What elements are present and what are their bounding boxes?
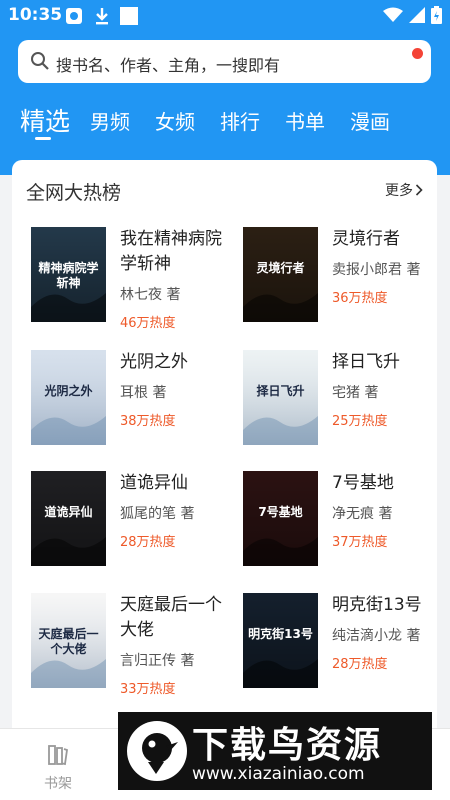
watermark-title: 下载鸟资源 bbox=[192, 725, 383, 766]
nav-bookshelf-label: 书架 bbox=[44, 776, 72, 792]
section-title: 全网大热榜 bbox=[26, 182, 122, 204]
book-item[interactable]: 7号基地 7号基地 净无痕 著 37万热度 bbox=[243, 471, 437, 571]
book-cover[interactable]: 择日飞升 bbox=[243, 350, 318, 445]
book-author: 林七夜 著 bbox=[120, 287, 181, 303]
chevron-right-icon bbox=[415, 184, 423, 196]
cover-title: 择日飞升 bbox=[256, 384, 305, 398]
tab-female[interactable]: 女频 bbox=[155, 106, 195, 135]
book-cover[interactable]: 灵境行者 bbox=[243, 227, 318, 322]
tab-featured[interactable]: 精选 bbox=[20, 102, 70, 138]
book-title[interactable]: 7号基地 bbox=[332, 471, 437, 496]
book-cover[interactable]: 道诡异仙 bbox=[31, 471, 106, 566]
status-bar: 10:35 bbox=[0, 0, 450, 32]
book-heat: 28万热度 bbox=[120, 535, 176, 550]
book-info: 灵境行者卖报小郎君 著 36万热度 bbox=[332, 227, 437, 306]
download-icon bbox=[96, 8, 108, 25]
book-cover[interactable]: 7号基地 bbox=[243, 471, 318, 566]
book-cover[interactable]: 光阴之外 bbox=[31, 350, 106, 445]
book-author: 言归正传 著 bbox=[120, 653, 195, 669]
cover-title: 7号基地 bbox=[258, 505, 303, 519]
book-heat: 46万热度 bbox=[120, 316, 176, 331]
cover-title: 明克街13号 bbox=[248, 627, 313, 641]
book-item[interactable]: 道诡异仙 道诡异仙 狐尾的笔 著 28万热度 bbox=[31, 471, 231, 571]
book-author: 纯洁滴小龙 著 bbox=[332, 628, 421, 644]
book-title[interactable]: 道诡异仙 bbox=[120, 471, 238, 496]
battery-icon bbox=[431, 6, 442, 24]
tab-male[interactable]: 男频 bbox=[90, 106, 130, 135]
book-title[interactable]: 我在精神病院学斩神 bbox=[120, 227, 238, 277]
search-icon bbox=[31, 52, 49, 70]
book-item[interactable]: 明克街13号 明克街13号 纯洁滴小龙 著 28万热度 bbox=[243, 593, 437, 693]
watermark-url: www.xiazainiao.com bbox=[192, 764, 365, 784]
book-cover[interactable]: 明克街13号 bbox=[243, 593, 318, 688]
book-author: 耳根 著 bbox=[120, 385, 167, 401]
nav-bookshelf[interactable]: 书架 bbox=[38, 743, 78, 793]
watermark-banner: 下载鸟资源 www.xiazainiao.com bbox=[118, 712, 432, 790]
book-item[interactable]: 灵境行者 灵境行者 卖报小郎君 著 36万热度 bbox=[243, 227, 437, 327]
more-label: 更多 bbox=[385, 183, 413, 199]
search-bar[interactable]: 搜书名、作者、主角，一搜即有 bbox=[18, 40, 431, 83]
tab-comics[interactable]: 漫画 bbox=[350, 106, 390, 135]
book-author: 宅猪 著 bbox=[332, 385, 379, 401]
tab-booklist[interactable]: 书单 bbox=[285, 106, 325, 135]
book-heat: 25万热度 bbox=[332, 414, 388, 429]
blank-notification-icon bbox=[120, 7, 138, 25]
notification-badge bbox=[412, 48, 423, 59]
tab-ranking[interactable]: 排行 bbox=[220, 106, 260, 135]
bookshelf-icon bbox=[48, 745, 68, 766]
wifi-icon bbox=[383, 7, 403, 22]
cover-title: 天庭最后一个大佬 bbox=[38, 627, 99, 656]
search-placeholder: 搜书名、作者、主角，一搜即有 bbox=[56, 56, 281, 75]
book-info: 道诡异仙狐尾的笔 著 28万热度 bbox=[120, 471, 238, 550]
hot-list-card: 全网大热榜 更多 精神病院学斩神 我在精神病院学斩神 林七夜 著 46万热度 灵境行者灵… bbox=[12, 160, 437, 800]
more-link[interactable]: 更多 bbox=[385, 180, 423, 200]
book-title[interactable]: 明克街13号 bbox=[332, 593, 437, 618]
book-title[interactable]: 光阴之外 bbox=[120, 350, 238, 375]
book-info: 7号基地净无痕 著 37万热度 bbox=[332, 471, 437, 550]
book-item[interactable]: 天庭最后一个大佬 天庭最后一个大佬 言归正传 著 33万热度 bbox=[31, 593, 231, 697]
book-heat: 38万热度 bbox=[120, 414, 176, 429]
cover-title: 道诡异仙 bbox=[44, 505, 93, 519]
category-tabs: 精选 男频 女频 排行 书单 漫画 bbox=[0, 100, 450, 140]
book-info: 择日飞升宅猪 著 25万热度 bbox=[332, 350, 437, 429]
active-tab-indicator bbox=[35, 137, 51, 140]
book-author: 净无痕 著 bbox=[332, 506, 393, 522]
book-heat: 28万热度 bbox=[332, 657, 388, 672]
status-time: 10:35 bbox=[8, 5, 63, 25]
book-info: 光阴之外耳根 著 38万热度 bbox=[120, 350, 238, 429]
book-info: 明克街13号纯洁滴小龙 著 28万热度 bbox=[332, 593, 437, 672]
book-heat: 37万热度 bbox=[332, 535, 388, 550]
book-cover[interactable]: 天庭最后一个大佬 bbox=[31, 593, 106, 688]
app-notification-icon bbox=[66, 8, 82, 24]
book-info: 我在精神病院学斩神林七夜 著 46万热度 bbox=[120, 227, 238, 331]
book-item[interactable]: 择日飞升 择日飞升 宅猪 著 25万热度 bbox=[243, 350, 437, 450]
book-author: 狐尾的笔 著 bbox=[120, 506, 195, 522]
signal-icon bbox=[409, 7, 425, 23]
book-title[interactable]: 天庭最后一个大佬 bbox=[120, 593, 238, 643]
cover-title: 灵境行者 bbox=[256, 261, 305, 275]
book-heat: 33万热度 bbox=[120, 682, 176, 697]
book-cover[interactable]: 精神病院学斩神 bbox=[31, 227, 106, 322]
cover-title: 精神病院学斩神 bbox=[38, 261, 99, 290]
book-info: 天庭最后一个大佬言归正传 著 33万热度 bbox=[120, 593, 238, 697]
book-heat: 36万热度 bbox=[332, 291, 388, 306]
book-title[interactable]: 灵境行者 bbox=[332, 227, 437, 252]
book-item[interactable]: 精神病院学斩神 我在精神病院学斩神 林七夜 著 46万热度 bbox=[31, 227, 231, 331]
book-author: 卖报小郎君 著 bbox=[332, 262, 421, 278]
book-item[interactable]: 光阴之外 光阴之外 耳根 著 38万热度 bbox=[31, 350, 231, 450]
cover-title: 光阴之外 bbox=[44, 384, 93, 398]
book-title[interactable]: 择日飞升 bbox=[332, 350, 437, 375]
bird-logo-icon bbox=[127, 721, 187, 781]
